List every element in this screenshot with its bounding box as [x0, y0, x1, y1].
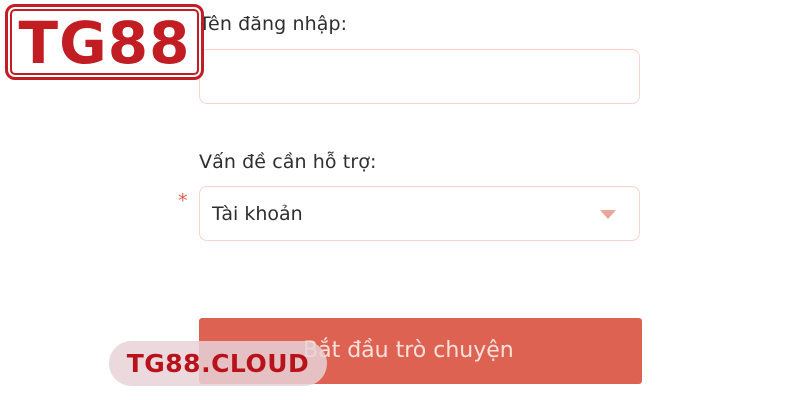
chevron-down-icon[interactable]: [600, 210, 616, 219]
issue-label: Vấn đề cần hỗ trợ:: [199, 151, 377, 173]
required-marker: *: [178, 190, 188, 212]
site-watermark: TG88.CLOUD: [109, 341, 327, 386]
start-chat-button-label: Bắt đầu trò chuyện: [303, 338, 514, 363]
support-chat-form: Tên đăng nhập: Vấn đề cần hỗ trợ: * Tài …: [0, 0, 800, 400]
username-input[interactable]: [199, 49, 640, 104]
brand-logo-text: TG88: [18, 9, 191, 77]
issue-select-value: Tài khoản: [212, 202, 303, 225]
username-label: Tên đăng nhập:: [199, 13, 348, 35]
brand-logo: TG88: [5, 4, 204, 80]
issue-select[interactable]: Tài khoản: [199, 186, 640, 241]
site-watermark-text: TG88.CLOUD: [126, 349, 310, 378]
